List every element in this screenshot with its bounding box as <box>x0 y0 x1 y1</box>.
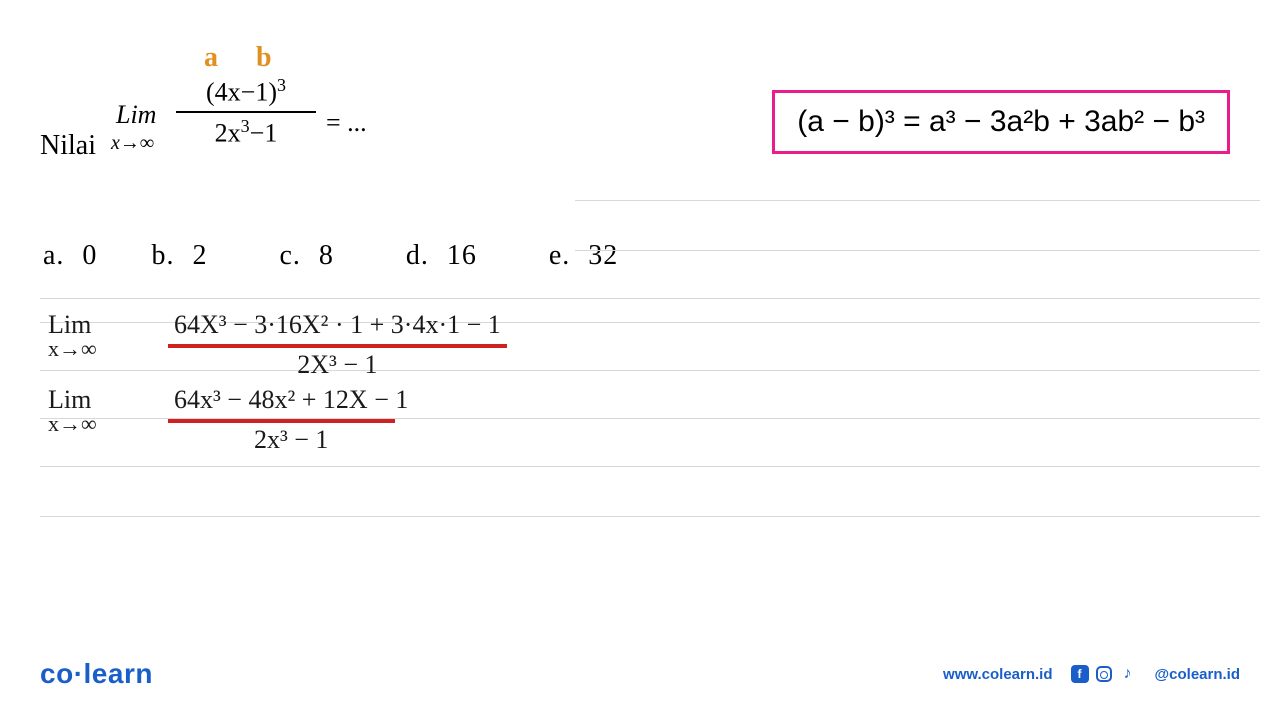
colearn-logo: co·learn <box>40 658 153 690</box>
step2-denominator: 2x³ − 1 <box>168 425 414 455</box>
instagram-icon <box>1095 665 1113 683</box>
step1-numerator: 64X³ − 3·16X² · 1 + 3·4x·1 − 1 <box>168 310 507 342</box>
equals-suffix: = ... <box>326 108 367 138</box>
footer: co·learn www.colearn.id f ♪ @colearn.id <box>40 658 1240 690</box>
fraction-bar <box>176 111 316 113</box>
lim-sub: x→∞ <box>111 132 154 155</box>
footer-handle: @colearn.id <box>1155 666 1240 683</box>
step2-numerator: 64x³ − 48x² + 12X − 1 <box>168 385 414 417</box>
binomial-formula-box: (a − b)³ = a³ − 3a²b + 3ab² − b³ <box>772 90 1230 154</box>
lim-text: Lim <box>116 100 156 130</box>
numerator: (4x−1)3 <box>176 75 316 108</box>
step2-sub: x→∞ <box>48 411 148 437</box>
problem-prefix: Nilai <box>40 130 96 162</box>
annotation-b: b <box>256 42 272 74</box>
step1-fraction: 64X³ − 3·16X² · 1 + 3·4x·1 − 1 2X³ − 1 <box>168 310 507 380</box>
denominator: 2x3−1 <box>176 116 316 149</box>
facebook-icon: f <box>1071 665 1089 683</box>
red-underline-2 <box>168 419 395 423</box>
formula-text: (a − b)³ = a³ − 3a²b + 3ab² − b³ <box>797 105 1205 138</box>
tiktok-icon: ♪ <box>1119 665 1137 683</box>
work-step-2: Lim x→∞ 64x³ − 48x² + 12X − 1 2x³ − 1 <box>48 385 507 455</box>
handwritten-work: Lim x→∞ 64X³ − 3·16X² · 1 + 3·4x·1 − 1 2… <box>48 310 507 460</box>
step1-denominator: 2X³ − 1 <box>168 350 507 380</box>
fraction: (4x−1)3 2x3−1 <box>176 75 316 148</box>
step1-sub: x→∞ <box>48 336 148 362</box>
social-icons: f ♪ <box>1071 665 1137 683</box>
annotation-a: a <box>204 42 218 74</box>
red-underline-1 <box>168 344 507 348</box>
limit-expression: a b Lim x→∞ (4x−1)3 2x3−1 = ... <box>116 50 396 190</box>
work-step-1: Lim x→∞ 64X³ − 3·16X² · 1 + 3·4x·1 − 1 2… <box>48 310 507 380</box>
step2-fraction: 64x³ − 48x² + 12X − 1 2x³ − 1 <box>168 385 414 455</box>
footer-right: www.colearn.id f ♪ @colearn.id <box>943 665 1240 683</box>
footer-url: www.colearn.id <box>943 666 1052 683</box>
